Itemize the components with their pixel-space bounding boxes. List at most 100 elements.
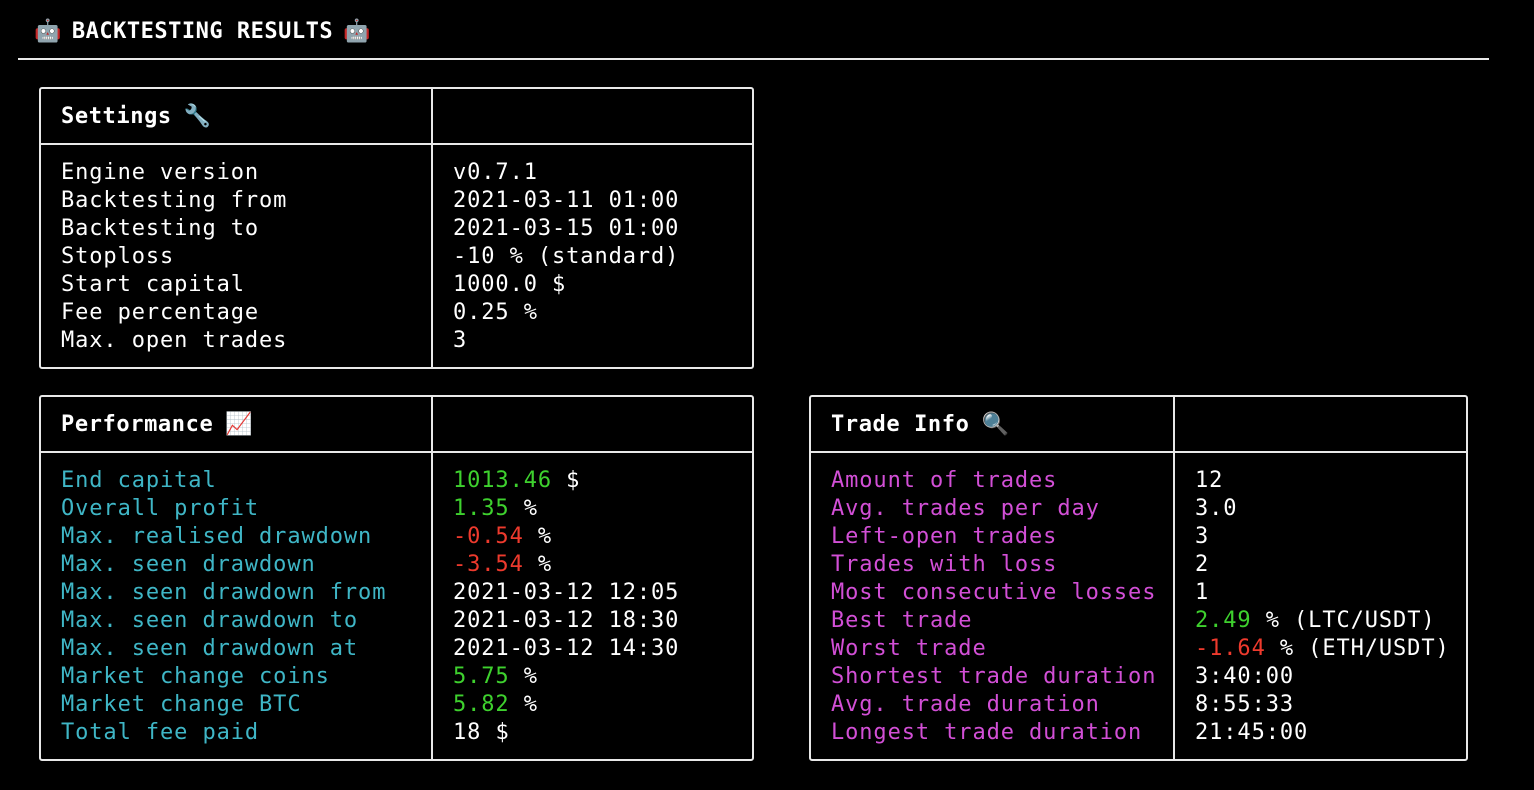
row-value: 2021-03-11 01:00 — [453, 188, 680, 213]
table-row: Most consecutive losses 1 — [811, 579, 1466, 607]
row-value: 3 — [1195, 523, 1209, 551]
table-row: Market change coins 5.75 % — [41, 663, 752, 691]
table-row: Max. realised drawdown -0.54 % — [41, 523, 752, 551]
row-label: Max. open trades — [61, 328, 288, 353]
table-row: Max. seen drawdown from 2021-03-12 12:05 — [41, 579, 752, 607]
row-value: 1.35 % — [453, 495, 538, 523]
row-value: 18 $ — [453, 719, 510, 747]
row-value: v0.7.1 — [453, 160, 538, 185]
row-label: Max. seen drawdown from — [61, 580, 387, 605]
value-number: 3.0 — [1195, 496, 1238, 521]
trade-info-title: Trade Info 🔍 — [831, 397, 1009, 451]
table-row: Left-open trades 3 — [811, 523, 1466, 551]
value-unit: $ — [552, 468, 581, 493]
performance-table: Performance 📈 End capital 1013.46 $ Overal… — [39, 395, 754, 761]
row-label: Max. seen drawdown to — [61, 608, 359, 633]
row-value: 0.25 % — [453, 300, 538, 325]
table-row: Total fee paid 18 $ — [41, 719, 752, 747]
row-label: Overall profit — [61, 496, 260, 521]
page-title: BACKTESTING RESULTS — [71, 18, 334, 44]
row-value: 2 — [1195, 551, 1209, 579]
value-number: 21:45:00 — [1195, 720, 1309, 745]
table-row: Best trade 2.49 % (LTC/USDT) — [811, 607, 1466, 635]
table-row: Max. seen drawdown -3.54 % — [41, 551, 752, 579]
performance-rows: End capital 1013.46 $ Overall profit 1.35 %… — [41, 467, 752, 747]
row-value: 3 — [453, 328, 468, 353]
table-row: Max. seen drawdown to 2021-03-12 18:30 — [41, 607, 752, 635]
value-unit: % — [523, 552, 553, 577]
value-number: 1.35 — [453, 496, 510, 521]
table-row: Fee percentage 0.25 % — [41, 299, 752, 327]
row-label: Total fee paid — [61, 720, 260, 745]
value-number: 8:55:33 — [1195, 692, 1295, 717]
row-label: Start capital — [61, 272, 245, 297]
row-label: Backtesting to — [61, 216, 260, 241]
trade-info-title-label: Trade Info — [831, 411, 970, 437]
results-header: 🤖 BACKTESTING RESULTS 🤖 — [30, 12, 371, 50]
value-unit: % — [509, 664, 538, 689]
value-number: 1 — [1195, 580, 1210, 605]
header-row-divider — [41, 143, 752, 145]
settings-table: Settings 🔧 Engine version v0.7.1 Backtesti… — [39, 87, 754, 369]
trade-info-rows: Amount of trades 12 Avg. trades per day 3.0… — [811, 467, 1466, 747]
table-row: Stoploss -10 % (standard) — [41, 243, 752, 271]
value-number: 2 — [1195, 552, 1210, 577]
header-row-divider — [811, 451, 1466, 453]
table-row: Backtesting to 2021-03-15 01:00 — [41, 215, 752, 243]
row-label: Max. realised drawdown — [61, 524, 373, 549]
value-number: 2.49 — [1195, 608, 1252, 633]
value-unit: $ — [481, 720, 510, 745]
row-label: Stoploss — [61, 244, 175, 269]
table-row: Max. open trades 3 — [41, 327, 752, 355]
value-number: 3:40:00 — [1195, 664, 1295, 689]
row-value: 1000.0 $ — [453, 272, 567, 297]
settings-title-label: Settings — [61, 103, 172, 129]
table-row: Longest trade duration 21:45:00 — [811, 719, 1466, 747]
row-label: Most consecutive losses — [831, 580, 1157, 605]
value-number: 2021-03-12 14:30 — [453, 636, 680, 661]
row-value: -3.54 % — [453, 551, 552, 579]
row-value: 5.82 % — [453, 691, 538, 719]
table-row: Overall profit 1.35 % — [41, 495, 752, 523]
row-label: Max. seen drawdown — [61, 552, 316, 577]
table-row: Backtesting from 2021-03-11 01:00 — [41, 187, 752, 215]
value-number: 12 — [1195, 468, 1224, 493]
row-label: Market change coins — [61, 664, 330, 689]
value-number: -0.54 — [453, 524, 524, 549]
row-value: -10 % (standard) — [453, 244, 680, 269]
trade-info-table: Trade Info 🔍 Amount of trades 12 Avg. trad… — [809, 395, 1468, 761]
row-value: 21:45:00 — [1195, 719, 1308, 747]
value-number: -1.64 — [1195, 636, 1266, 661]
row-value: 2021-03-12 14:30 — [453, 635, 679, 663]
value-unit: % — [509, 692, 538, 717]
row-label: Left-open trades — [831, 524, 1058, 549]
table-row: Avg. trade duration 8:55:33 — [811, 691, 1466, 719]
performance-title-label: Performance — [61, 411, 214, 437]
row-value: -0.54 % — [453, 523, 552, 551]
row-value: 3:40:00 — [1195, 663, 1294, 691]
row-value: 3.0 — [1195, 495, 1237, 523]
value-unit: % — [509, 496, 538, 521]
row-value: 1 — [1195, 579, 1209, 607]
row-label: Market change BTC — [61, 692, 302, 717]
row-value: 2021-03-12 12:05 — [453, 579, 679, 607]
row-label: Trades with loss — [831, 552, 1058, 577]
row-label: Avg. trades per day — [831, 496, 1100, 521]
row-value: 1013.46 $ — [453, 467, 580, 495]
value-unit: % (ETH/USDT) — [1265, 636, 1450, 661]
settings-title: Settings 🔧 — [61, 89, 212, 143]
table-row: Market change BTC 5.82 % — [41, 691, 752, 719]
value-number: 1013.46 — [453, 468, 553, 493]
value-number: 2021-03-12 18:30 — [453, 608, 680, 633]
row-value: 8:55:33 — [1195, 691, 1294, 719]
table-row: Max. seen drawdown at 2021-03-12 14:30 — [41, 635, 752, 663]
value-number: 18 — [453, 720, 482, 745]
row-value: 2.49 % (LTC/USDT) — [1195, 607, 1435, 635]
table-row: Trades with loss 2 — [811, 551, 1466, 579]
value-unit: % — [523, 524, 553, 549]
row-value: 2021-03-12 18:30 — [453, 607, 679, 635]
table-row: Avg. trades per day 3.0 — [811, 495, 1466, 523]
chart-increasing-icon: 📈 — [225, 411, 254, 437]
performance-title: Performance 📈 — [61, 397, 253, 451]
table-row: Engine version v0.7.1 — [41, 159, 752, 187]
